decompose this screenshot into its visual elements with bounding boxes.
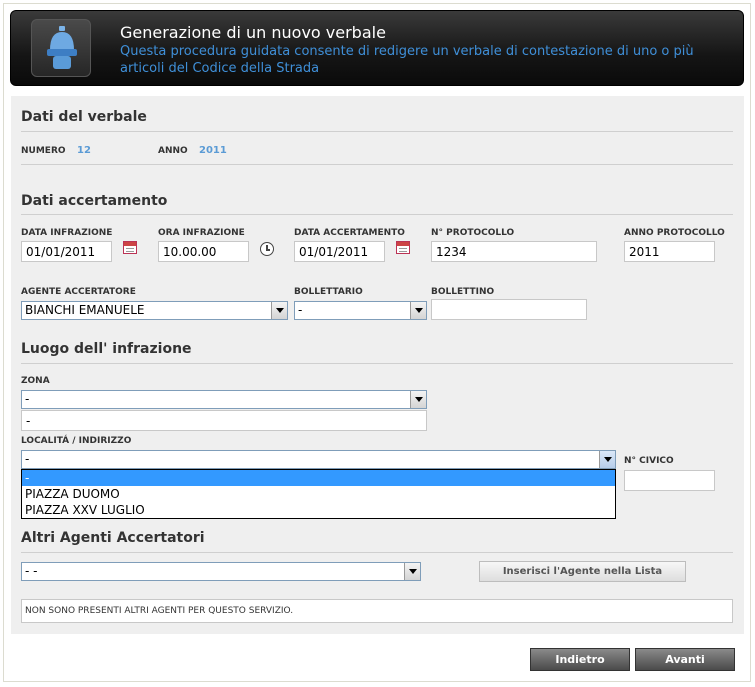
divider bbox=[21, 552, 733, 553]
divider bbox=[21, 214, 733, 215]
section-title-dati-accertamento: Dati accertamento bbox=[21, 193, 168, 209]
data-accertamento-label: DATA ACCERTAMENTO bbox=[294, 228, 405, 238]
chevron-down-icon[interactable] bbox=[599, 451, 615, 468]
zona-select-value: - bbox=[25, 392, 30, 406]
list-item[interactable]: - bbox=[22, 470, 615, 486]
logo bbox=[31, 19, 91, 77]
altri-agenti-select[interactable]: - - bbox=[21, 562, 421, 581]
agente-select[interactable]: BIANCHI EMANUELE bbox=[21, 301, 288, 320]
chevron-down-icon[interactable] bbox=[271, 302, 287, 319]
back-button[interactable]: Indietro bbox=[530, 648, 630, 671]
localita-select-value: - bbox=[25, 452, 30, 466]
page-subtitle: Questa procedura guidata consente di red… bbox=[120, 44, 694, 76]
list-item[interactable]: PIAZZA XXV LUGLIO bbox=[22, 502, 615, 518]
list-item[interactable]: PIAZZA DUOMO bbox=[22, 486, 615, 502]
calendar-icon[interactable] bbox=[396, 241, 410, 254]
data-infrazione-input[interactable]: 01/01/2011 bbox=[21, 241, 112, 262]
zona-label: ZONA bbox=[21, 376, 50, 386]
section-title-altri-agenti: Altri Agenti Accertatori bbox=[21, 530, 205, 546]
altri-agenti-select-value: - - bbox=[25, 564, 38, 578]
chevron-down-icon[interactable] bbox=[410, 391, 426, 408]
numero-label: NUMERO bbox=[21, 146, 66, 156]
civico-input[interactable] bbox=[624, 470, 715, 491]
agente-select-value: BIANCHI EMANUELE bbox=[25, 303, 145, 317]
localita-select[interactable]: - bbox=[21, 450, 616, 469]
localita-label: LOCALITÁ / INDIRIZZO bbox=[21, 436, 132, 446]
bollettario-label: BOLLETTARIO bbox=[294, 287, 363, 297]
protocollo-label: N° PROTOCOLLO bbox=[431, 228, 515, 238]
divider bbox=[21, 131, 733, 132]
chevron-down-icon[interactable] bbox=[410, 302, 426, 319]
page-title: Generazione di un nuovo verbale bbox=[120, 23, 386, 42]
anno-protocollo-input[interactable]: 2011 bbox=[624, 241, 715, 262]
civico-label: N° CIVICO bbox=[624, 456, 674, 466]
data-infrazione-label: DATA INFRAZIONE bbox=[21, 228, 113, 238]
bollettario-select[interactable]: - bbox=[294, 301, 427, 320]
zona-select[interactable]: - bbox=[21, 390, 427, 409]
form-panel bbox=[11, 96, 744, 634]
wizard-header: Generazione di un nuovo verbale Questa p… bbox=[10, 10, 744, 86]
ora-infrazione-label: ORA INFRAZIONE bbox=[158, 228, 245, 238]
anno-value: 2011 bbox=[199, 145, 227, 156]
insert-agent-button[interactable]: Inserisci l'Agente nella Lista bbox=[479, 561, 686, 582]
anno-label: ANNO bbox=[158, 146, 188, 156]
calendar-icon[interactable] bbox=[123, 241, 137, 254]
chevron-down-icon[interactable] bbox=[404, 563, 420, 580]
protocollo-input[interactable]: 1234 bbox=[431, 241, 597, 262]
bollettario-select-value: - bbox=[298, 303, 303, 317]
next-button[interactable]: Avanti bbox=[635, 648, 735, 671]
section-title-luogo: Luogo dell' infrazione bbox=[21, 341, 192, 357]
data-accertamento-input[interactable]: 01/01/2011 bbox=[294, 241, 385, 262]
ora-infrazione-input[interactable]: 10.00.00 bbox=[158, 241, 249, 262]
divider bbox=[21, 164, 733, 165]
clock-icon[interactable] bbox=[260, 242, 274, 256]
bollettino-label: BOLLETTINO bbox=[431, 287, 495, 297]
empty-agents-message: NON SONO PRESENTI ALTRI AGENTI PER QUEST… bbox=[21, 599, 733, 623]
divider bbox=[21, 363, 733, 364]
bollettino-input[interactable] bbox=[431, 299, 587, 320]
localita-dropdown-list: - PIAZZA DUOMO PIAZZA XXV LUGLIO bbox=[21, 469, 616, 519]
police-helmet-icon bbox=[47, 26, 77, 69]
numero-value: 12 bbox=[77, 145, 91, 156]
section-title-dati-verbale: Dati del verbale bbox=[21, 109, 147, 125]
zona-text-input[interactable]: - bbox=[21, 410, 427, 431]
agente-label: AGENTE ACCERTATORE bbox=[21, 287, 136, 297]
anno-protocollo-label: ANNO PROTOCOLLO bbox=[624, 228, 725, 238]
